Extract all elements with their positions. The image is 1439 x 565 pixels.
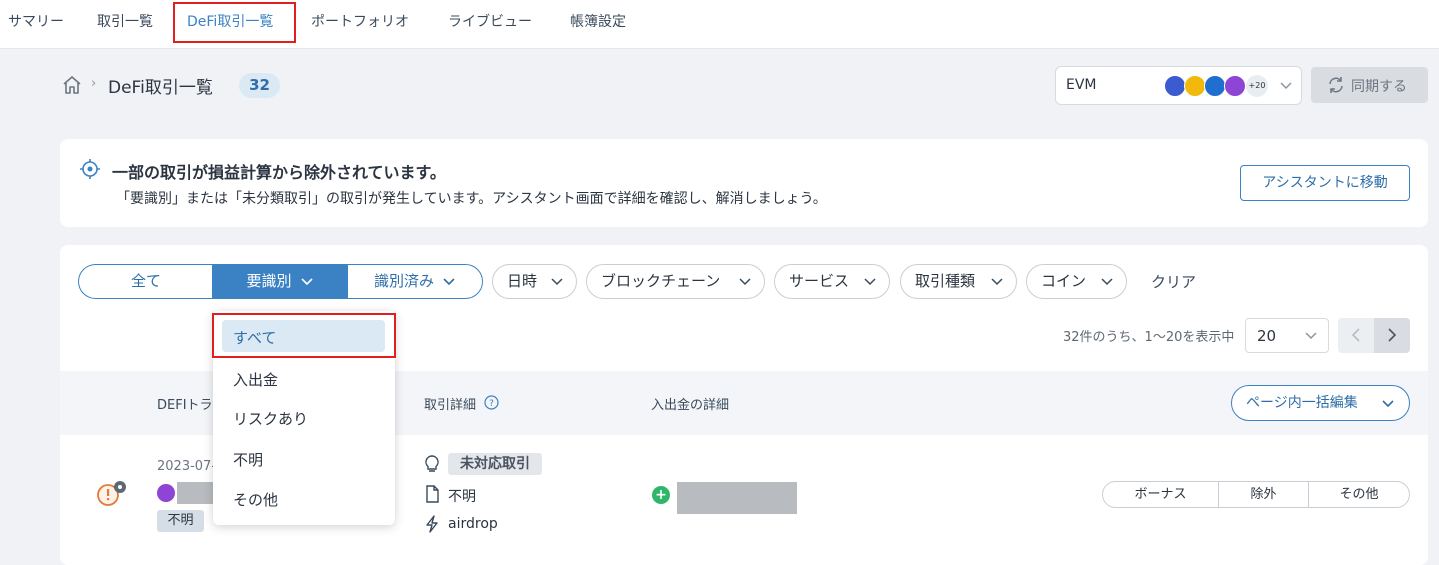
column-header-inout: 入出金の詳細 [651, 398, 730, 413]
chevron-down-icon [991, 278, 1003, 286]
lightbulb-icon [425, 455, 439, 472]
prev-page-button[interactable] [1338, 318, 1374, 353]
more-chains-badge: +20 [1246, 75, 1268, 97]
go-to-assistant-button[interactable]: アシスタントに移動 [1240, 165, 1410, 201]
ethereum-icon [1164, 75, 1186, 97]
detail-type: 不明 [448, 489, 476, 505]
document-icon [426, 485, 439, 503]
chevron-down-icon [551, 278, 563, 286]
redacted-amount [677, 482, 797, 514]
filter-date-label: 日時 [507, 272, 538, 290]
home-icon[interactable] [61, 74, 83, 96]
other-button[interactable]: その他 [1309, 482, 1409, 507]
bulk-edit-button[interactable]: ページ内一括編集 [1231, 385, 1410, 421]
polygon-icon [1224, 75, 1246, 97]
filter-service-label: サービス [789, 272, 850, 290]
target-icon [80, 159, 100, 179]
filter-date[interactable]: 日時 [492, 264, 577, 299]
chain-select-label: EVM [1066, 77, 1097, 93]
chevron-down-icon [739, 278, 751, 286]
redacted-service [177, 482, 217, 504]
row-action-group: ボーナス 除外 その他 [1102, 481, 1410, 508]
filter-blockchain-label: ブロックチェーン [601, 272, 721, 290]
bulk-edit-label: ページ内一括編集 [1246, 395, 1358, 411]
per-page-select[interactable]: 20 [1245, 318, 1329, 353]
segment-needs-identification[interactable]: 要識別 [212, 264, 348, 299]
chevron-down-icon [443, 277, 455, 285]
highlight-box-dropdown [212, 313, 396, 358]
segment-all-label: 全て [130, 272, 161, 290]
segment-all[interactable]: 全て [78, 264, 213, 299]
chain-icon [1204, 75, 1226, 97]
chain-select[interactable]: EVM +20 [1055, 66, 1302, 105]
filter-coin[interactable]: コイン [1026, 264, 1127, 299]
tab-liveview[interactable]: ライブビュー [448, 0, 532, 44]
filter-transaction-type[interactable]: 取引種類 [900, 264, 1017, 299]
count-badge: 32 [239, 73, 280, 98]
page-title: DeFi取引一覧 [108, 78, 213, 98]
dropdown-item-unknown[interactable]: 不明 [233, 449, 263, 470]
help-icon[interactable]: ? [484, 395, 499, 410]
sync-icon [1329, 77, 1343, 93]
dropdown-item-deposit-withdraw[interactable]: 入出金 [233, 369, 278, 390]
alert-card: 一部の取引が損益計算から除外されています。 「要識別」または「未分類取引」の取引… [60, 139, 1428, 227]
dropdown-item-risky[interactable]: リスクあり [233, 408, 308, 429]
highlight-box-tab [173, 2, 296, 43]
bnb-icon [1184, 75, 1206, 97]
service-icon [157, 484, 175, 502]
tab-portfolio[interactable]: ポートフォリオ [311, 0, 409, 44]
clear-filters-link[interactable]: クリア [1151, 271, 1196, 292]
chevron-left-icon [1351, 328, 1360, 342]
chevron-down-icon [1305, 332, 1317, 340]
filter-coin-label: コイン [1041, 272, 1087, 290]
unsupported-tag: 未対応取引 [448, 453, 542, 475]
lightning-icon [426, 515, 438, 533]
filter-blockchain[interactable]: ブロックチェーン [586, 264, 765, 299]
tab-transactions[interactable]: 取引一覧 [97, 0, 153, 44]
segment-identified[interactable]: 識別済み [347, 264, 483, 299]
tab-summary[interactable]: サマリー [8, 0, 64, 44]
segment-identified-label: 識別済み [373, 272, 434, 290]
alert-title: 一部の取引が損益計算から除外されています。 [112, 163, 446, 182]
per-page-value: 20 [1257, 327, 1277, 345]
sync-label: 同期する [1351, 79, 1407, 95]
sync-button[interactable]: 同期する [1311, 67, 1428, 103]
chevron-right-icon [1388, 328, 1397, 342]
chevron-down-icon [1101, 278, 1113, 286]
bonus-button[interactable]: ボーナス [1103, 482, 1219, 507]
status-tag: 不明 [157, 510, 204, 532]
dropdown-item-other[interactable]: その他 [233, 489, 278, 510]
warning-icon [97, 481, 126, 506]
chevron-down-icon [864, 278, 876, 286]
filter-service[interactable]: サービス [774, 264, 890, 299]
plus-icon: + [652, 486, 670, 504]
tab-ledger-settings[interactable]: 帳簿設定 [570, 0, 626, 44]
chevron-down-icon [1280, 82, 1292, 90]
column-header-defi: DEFIトラ [157, 398, 213, 413]
detail-action: airdrop [448, 516, 498, 532]
filter-transaction-type-label: 取引種類 [915, 272, 976, 290]
next-page-button[interactable] [1374, 318, 1410, 353]
transaction-date: 2023-07- [157, 459, 217, 474]
pagination-info: 32件のうち、1〜20を表示中 [1063, 330, 1235, 345]
alert-description: 「要識別」または「未分類取引」の取引が発生しています。アシスタント画面で詳細を確… [116, 191, 827, 207]
column-header-detail: 取引詳細 [424, 398, 477, 413]
svg-text:?: ? [489, 399, 494, 409]
breadcrumb-separator: › [91, 76, 97, 91]
chevron-down-icon [300, 277, 313, 285]
exclude-button[interactable]: 除外 [1219, 482, 1309, 507]
chain-icons: +20 [1164, 75, 1274, 97]
segment-needs-label: 要識別 [246, 272, 292, 290]
chevron-down-icon [1382, 400, 1394, 408]
